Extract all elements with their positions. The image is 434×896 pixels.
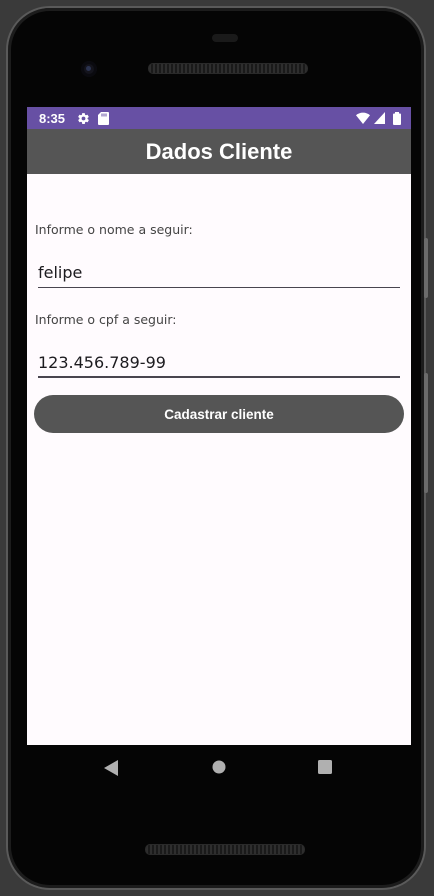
wifi-icon [356, 112, 370, 124]
recents-icon[interactable] [318, 760, 332, 774]
app-screen: 8:35 Dados Cliente Informe o nome a segu… [27, 107, 411, 745]
name-input[interactable]: felipe [38, 260, 400, 288]
home-icon[interactable] [212, 760, 226, 774]
bottom-speaker [145, 844, 305, 855]
app-bar: Dados Cliente [27, 129, 411, 174]
name-label: Informe o nome a seguir: [35, 222, 193, 237]
status-indicators [356, 111, 401, 125]
status-bar: 8:35 [27, 107, 411, 129]
sd-card-icon [98, 111, 110, 125]
back-icon[interactable] [104, 760, 118, 776]
battery-icon [393, 111, 401, 125]
front-camera [81, 61, 97, 77]
signal-icon [374, 112, 385, 124]
app-bar-title: Dados Cliente [145, 138, 293, 164]
power-button [424, 238, 428, 298]
top-speaker [148, 63, 308, 74]
status-time: 8:35 [39, 110, 66, 126]
cpf-label: Informe o cpf a seguir: [35, 312, 177, 327]
gear-icon [77, 112, 90, 125]
cadastrar-cliente-button[interactable]: Cadastrar cliente [34, 395, 404, 433]
cpf-input[interactable]: 123.456.789-99 [38, 350, 400, 378]
cadastrar-cliente-label: Cadastrar cliente [164, 406, 274, 422]
earpiece [212, 34, 238, 42]
volume-button [424, 373, 428, 493]
navigation-bar [27, 745, 411, 791]
